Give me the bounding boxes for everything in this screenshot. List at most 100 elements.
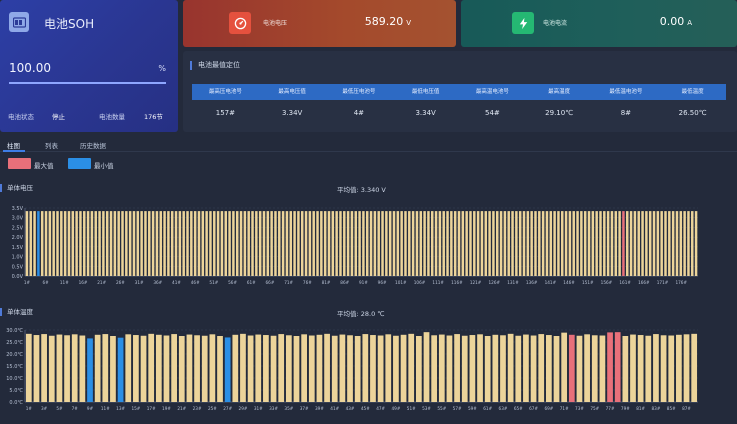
extreme-table-header: 最高压电池号 最高电压值 最低压电池号 最低电压值 最高温电池号 最高温度 最低… (192, 84, 726, 100)
legend-min-label: 最小值 (94, 162, 114, 170)
bar-140 (557, 211, 560, 276)
x-tick-label: 53# (422, 406, 431, 411)
bar-18 (90, 211, 94, 276)
x-tick-label: 61# (483, 406, 492, 411)
min-voltage: 3.34V (415, 109, 436, 117)
x-tick-label: 81# (322, 280, 331, 285)
x-tick-label: 16# (79, 280, 88, 285)
bar-26 (121, 211, 124, 276)
bar-93 (377, 211, 380, 276)
x-tick-label: 69# (544, 406, 553, 411)
bar-22 (186, 334, 193, 402)
bar-10 (60, 211, 63, 276)
bar-20 (98, 211, 101, 276)
x-tick-label: 7# (72, 406, 79, 411)
battery-current-unit: A (687, 19, 692, 27)
bar-146 (580, 211, 583, 276)
x-tick-label: 85# (667, 406, 676, 411)
header-min-temp: 最低温度 (681, 89, 704, 95)
bar-60 (477, 334, 483, 402)
bar-29 (132, 211, 136, 276)
x-tick-label: 25# (208, 406, 217, 411)
bar-160 (633, 211, 637, 276)
bar-72 (297, 211, 300, 276)
bar-98 (396, 211, 400, 276)
bar-92 (373, 211, 377, 276)
bar-67 (530, 335, 537, 402)
bar-3 (41, 334, 47, 402)
battery-current-value: 0.00 A (659, 15, 692, 28)
header-max-temp: 最高温度 (548, 89, 571, 95)
bar-110 (442, 211, 445, 276)
x-tick-label: 91# (359, 280, 368, 285)
bar-11 (102, 334, 109, 402)
x-tick-label: 67# (529, 406, 538, 411)
bar-3 (33, 211, 36, 276)
x-tick-label: 45# (361, 406, 370, 411)
max-voltage: 3.34V (281, 109, 303, 117)
bar-88 (691, 333, 698, 402)
tab-bar-chart[interactable]: 柱图 (7, 140, 20, 150)
x-tick-label: 26# (116, 280, 125, 285)
x-tick-label: 15# (131, 406, 140, 411)
bar-164 (648, 211, 652, 276)
bar-134 (534, 211, 537, 276)
y-tick-label: 30.0℃ (6, 328, 23, 334)
soh-card: 电池SOH 100.00 % 电池状态 停止 电池数量 176节 (0, 0, 178, 132)
bar-5 (56, 334, 63, 402)
bar-95 (385, 211, 388, 276)
y-tick-label: 25.0℃ (6, 340, 23, 346)
bar-59 (247, 211, 250, 276)
x-tick-label: 146# (563, 280, 575, 285)
x-tick-label: 136# (526, 280, 538, 285)
bar-114 (457, 211, 461, 276)
bar-97 (392, 211, 396, 276)
cell-temperature-chart: 0.0℃ 5.0℃ 10.0℃ 15.0℃ 20.0℃ 25.0℃ 30.0℃ 1# 3# 5# 7… (6, 328, 698, 411)
bar-55 (232, 211, 235, 276)
x-tick-label: 27# (223, 406, 232, 411)
x-tick-label: 13# (116, 406, 125, 411)
x-tick-label: 11# (101, 406, 110, 411)
y-tick-label: 0.0℃ (9, 400, 23, 406)
bar-5 (40, 211, 44, 276)
bar-36 (159, 211, 162, 276)
bar-133 (530, 211, 533, 276)
battery-current-card: 电池电流 0.00 A (461, 0, 737, 47)
bar-48 (385, 334, 392, 402)
x-tick-label: 73# (575, 406, 584, 411)
bar-86 (676, 334, 682, 402)
bar-27 (125, 211, 128, 276)
y-tick-label: 0.0V (12, 274, 24, 280)
y-tick-label: 3.5V (12, 206, 24, 212)
bar-16 (140, 335, 147, 402)
header-max-voltage-cell: 最高压电池号 (208, 89, 242, 95)
bar-174 (687, 211, 690, 276)
bar-94 (381, 211, 384, 276)
bar-47 (201, 211, 205, 276)
bar-41 (178, 211, 182, 276)
gauge-icon (229, 12, 251, 34)
bar-21 (102, 211, 105, 276)
y-tick-label: 0.5V (12, 264, 24, 270)
bar-73 (300, 211, 304, 276)
bar-13 (71, 211, 75, 276)
bar-123 (492, 211, 495, 276)
x-tick-label: 63# (499, 406, 508, 411)
bar-152 (603, 211, 606, 276)
bar-25 (117, 211, 120, 276)
x-tick-label: 126# (489, 280, 501, 285)
bar-135 (538, 211, 541, 276)
x-tick-label: 111# (432, 280, 444, 285)
bar-120 (480, 211, 484, 276)
bar-76 (599, 335, 606, 402)
bar-40 (324, 333, 330, 402)
bar-155 (614, 211, 618, 276)
x-tick-label: 171# (657, 280, 669, 285)
bar-38 (308, 335, 315, 402)
tab-history[interactable]: 历史数据 (80, 140, 106, 150)
bar-17 (148, 333, 155, 402)
bar-31 (255, 334, 262, 402)
x-tick-label: 56# (228, 280, 237, 285)
tab-list[interactable]: 列表 (45, 140, 58, 150)
bar-38 (167, 211, 170, 276)
